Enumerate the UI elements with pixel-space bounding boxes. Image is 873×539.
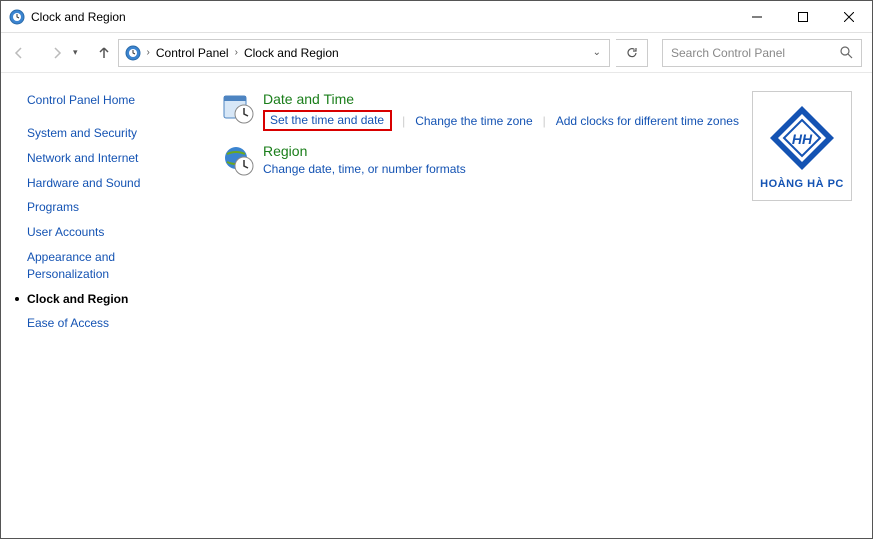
sidebar-item-appearance[interactable]: Appearance and Personalization (27, 249, 147, 283)
search-placeholder: Search Control Panel (671, 46, 785, 60)
link-set-time-date[interactable]: Set the time and date (270, 113, 384, 127)
sidebar-item-system-security[interactable]: System and Security (27, 125, 201, 142)
sidebar-item-user-accounts[interactable]: User Accounts (27, 224, 201, 241)
recent-locations-button[interactable]: ▾ (73, 47, 78, 58)
window-title: Clock and Region (31, 10, 126, 24)
link-change-time-zone[interactable]: Change the time zone (415, 114, 532, 128)
titlebar: Clock and Region (1, 1, 872, 33)
sidebar-item-ease-of-access[interactable]: Ease of Access (27, 315, 201, 332)
link-add-clocks[interactable]: Add clocks for different time zones (556, 114, 739, 128)
toolbar: ▾ › Control Panel › Clock and Region ⌄ S… (1, 33, 872, 73)
hoang-ha-logo-icon: HH (766, 102, 838, 174)
clock-region-icon (9, 9, 25, 25)
link-change-formats[interactable]: Change date, time, or number formats (263, 162, 466, 176)
breadcrumb-separator: › (145, 47, 152, 58)
search-input[interactable]: Search Control Panel (662, 39, 862, 67)
maximize-button[interactable] (780, 1, 826, 33)
separator: | (402, 114, 405, 128)
separator: | (543, 114, 546, 128)
sidebar-item-programs[interactable]: Programs (27, 199, 201, 216)
svg-text:HH: HH (792, 131, 813, 147)
main-panel: Date and Time Set the time and date | Ch… (201, 73, 872, 538)
up-button[interactable] (96, 45, 112, 61)
breadcrumb-root[interactable]: Control Panel (156, 46, 229, 60)
breadcrumb-separator: › (233, 47, 240, 58)
date-time-icon (221, 91, 257, 127)
control-panel-home-link[interactable]: Control Panel Home (27, 93, 201, 107)
close-button[interactable] (826, 1, 872, 33)
sidebar-item-hardware-sound[interactable]: Hardware and Sound (27, 175, 201, 192)
refresh-button[interactable] (616, 39, 648, 67)
breadcrumb-current[interactable]: Clock and Region (244, 46, 339, 60)
search-icon (840, 46, 853, 59)
region-icon (221, 143, 257, 179)
brand-logo-label: HOÀNG HÀ PC (760, 178, 844, 190)
back-button[interactable] (11, 45, 27, 61)
address-chevron-down-icon[interactable]: ⌄ (593, 47, 601, 58)
minimize-button[interactable] (734, 1, 780, 33)
content-area: Control Panel Home System and Security N… (1, 73, 872, 538)
window-controls (734, 1, 872, 33)
address-bar-icon (125, 45, 141, 61)
sidebar-item-clock-region[interactable]: Clock and Region (27, 291, 201, 308)
sidebar-item-network-internet[interactable]: Network and Internet (27, 150, 201, 167)
heading-date-time[interactable]: Date and Time (263, 91, 354, 107)
section-date-time: Date and Time Set the time and date | Ch… (221, 91, 752, 131)
heading-region[interactable]: Region (263, 143, 307, 159)
brand-logo: HH HOÀNG HÀ PC (752, 91, 852, 538)
address-bar[interactable]: › Control Panel › Clock and Region ⌄ (118, 39, 610, 67)
sidebar: Control Panel Home System and Security N… (1, 73, 201, 538)
section-region: Region Change date, time, or number form… (221, 143, 752, 179)
highlighted-link: Set the time and date (263, 110, 392, 131)
forward-button[interactable] (49, 45, 65, 61)
